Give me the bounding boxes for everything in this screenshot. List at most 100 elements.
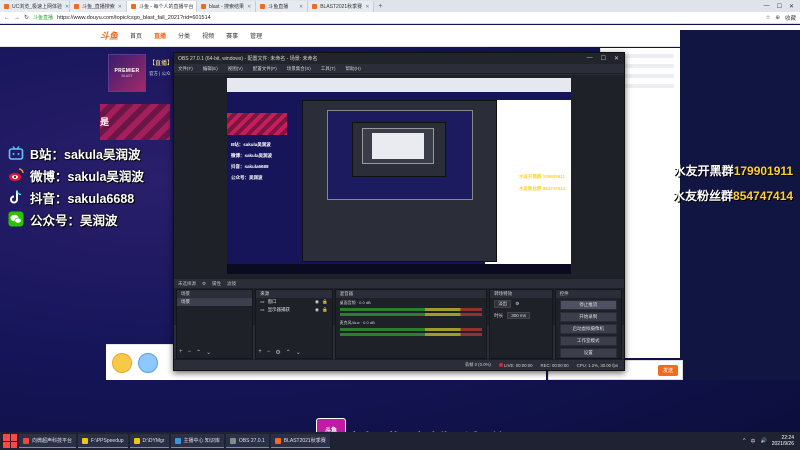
send-button[interactable]: 发送 — [657, 364, 678, 376]
taskbar-item[interactable]: F:\PPSpeedup — [78, 434, 128, 448]
add-icon[interactable]: + — [258, 349, 262, 356]
sources-title: 来源 — [256, 290, 332, 298]
duration-input[interactable]: 300 ms — [507, 312, 530, 319]
browser-tab-5[interactable]: 斗鱼直播 ✕ — [256, 1, 309, 12]
preview-canvas[interactable]: B站：sakula吴润波 微博：sakula吴润波 抖音：sakula6688 … — [227, 78, 571, 274]
menu-tools[interactable]: 工具(T) — [321, 66, 336, 72]
volume-icon[interactable]: 🔊 — [761, 438, 767, 444]
lock-icon[interactable]: 🔒 — [322, 299, 328, 305]
source-item[interactable]: ▭ 显示器捕获 ◉ 🔒 — [256, 306, 331, 314]
transition-select[interactable]: 淡出 — [494, 300, 512, 308]
channel-name: 桌面音频 — [339, 300, 356, 305]
browser-tab-2[interactable]: 斗鱼_直播搜索 ✕ — [70, 1, 127, 12]
studio-mode-button[interactable]: 工作室模式 — [559, 336, 617, 346]
nav-category[interactable]: 分类 — [178, 31, 190, 40]
clock[interactable]: 22:24 2021/9/26 — [772, 435, 794, 447]
new-tab-button[interactable]: + — [374, 3, 386, 10]
url-input[interactable]: https://www.douyu.com/topic/csgo_blast_f… — [57, 15, 211, 21]
lock-icon[interactable]: 🔒 — [322, 307, 328, 313]
scenes-title: 场景 — [177, 290, 253, 298]
close-icon[interactable]: ✕ — [65, 4, 69, 10]
taskbar-item[interactable]: 向微超声科技平台 — [19, 434, 77, 448]
close-icon[interactable]: ✕ — [247, 4, 251, 10]
taskbar-item[interactable]: 主播中心 知识库 — [170, 434, 224, 448]
taskbar-item[interactable]: BLAST2021秋季赛 — [270, 434, 330, 448]
obs-maximize-button[interactable]: ☐ — [601, 55, 606, 62]
filters-button[interactable]: 滤镜 — [227, 281, 236, 287]
settings-button[interactable]: 设置 — [559, 348, 617, 358]
close-window-button[interactable]: ✕ — [789, 3, 794, 10]
room-subtitle: 官方 | 公众 — [149, 71, 171, 76]
menu-edit[interactable]: 编辑(E) — [203, 66, 218, 72]
obs-minimize-button[interactable]: — — [587, 55, 593, 62]
eye-icon[interactable]: ◉ — [315, 299, 319, 305]
douyu-logo[interactable]: 斗鱼 — [100, 29, 118, 42]
browser-tab-3[interactable]: 斗鱼 - 每个人的直播平台✕ — [127, 1, 197, 12]
live-dot-icon — [498, 362, 503, 367]
banner-text: 是 — [100, 117, 110, 127]
menu-view[interactable]: 视图(V) — [228, 66, 243, 72]
minimize-button[interactable]: — — [764, 3, 770, 10]
menu-profile[interactable]: 配置文件(P) — [253, 66, 277, 72]
remove-icon[interactable]: − — [188, 349, 192, 356]
menu-file[interactable]: 文件(F) — [178, 66, 193, 72]
refresh-icon[interactable]: ↻ — [24, 14, 29, 21]
extensions-icon[interactable]: ⊕ — [775, 15, 780, 21]
source-item[interactable]: ▭ 窗口 ◉ 🔒 — [256, 298, 331, 306]
virtual-camera-button[interactable]: 启动虚拟摄像机 — [559, 324, 617, 334]
tab-label: 斗鱼_直播搜索 — [82, 4, 115, 10]
weibo-icon — [8, 167, 24, 183]
nav-events[interactable]: 赛事 — [226, 31, 238, 40]
close-icon[interactable]: ✕ — [365, 4, 369, 10]
social-wechat: 公众号：吴润波 — [8, 211, 144, 228]
gear-icon[interactable]: ⚙ — [515, 301, 519, 307]
streamer-avatar[interactable]: PREMIER BLAST — [108, 54, 146, 92]
browser-tab-6[interactable]: BLAST2021秋季赛 ✕ — [308, 1, 375, 12]
system-tray: ^ 中 🔊 22:24 2021/9/26 — [743, 435, 800, 447]
menu-help[interactable]: 帮助(H) — [346, 66, 361, 72]
start-recording-button[interactable]: 开始录制 — [559, 312, 617, 322]
tab-label: 斗鱼 - 每个人的直播平台 — [139, 4, 194, 10]
tray-expand-icon[interactable]: ^ — [743, 438, 745, 444]
forward-icon[interactable]: → — [14, 15, 20, 21]
eye-icon[interactable]: ◉ — [315, 307, 319, 313]
source-label: 窗口 — [267, 299, 277, 304]
stop-streaming-button[interactable]: 停止推流 — [559, 300, 617, 310]
star-icon[interactable]: ☆ — [765, 15, 770, 21]
nav-manage[interactable]: 管理 — [250, 31, 262, 40]
browser-tab-4[interactable]: blast - 搜索结果 ✕ — [197, 1, 257, 12]
close-icon[interactable]: ✕ — [118, 4, 122, 10]
browser-icon — [174, 437, 181, 444]
browser-tab-1[interactable]: UC浏览_极速上网体验 ✕ — [0, 1, 70, 12]
back-icon[interactable]: ← — [4, 15, 10, 21]
maximize-button[interactable]: ☐ — [777, 3, 782, 10]
start-button[interactable] — [3, 434, 17, 448]
gift-icon[interactable] — [112, 352, 132, 373]
gift-icon[interactable] — [138, 352, 158, 373]
ime-icon[interactable]: 中 — [751, 438, 756, 445]
nav-live[interactable]: 直播 — [154, 31, 166, 40]
chevron-up-icon[interactable]: ⌃ — [286, 349, 291, 356]
volume-slider[interactable] — [339, 333, 483, 336]
nav-home[interactable]: 首页 — [130, 31, 142, 40]
gear-icon[interactable]: ⚙ — [275, 349, 280, 356]
clock-date: 2021/9/26 — [771, 441, 794, 447]
nav-video[interactable]: 视频 — [202, 31, 214, 40]
volume-slider[interactable] — [339, 313, 483, 316]
properties-button[interactable]: 属性 — [212, 281, 221, 287]
menu-scene-collection[interactable]: 场景集合(S) — [287, 66, 311, 72]
favorites-button[interactable]: 收藏 — [785, 14, 796, 22]
taskbar-item[interactable]: D:\DYMgr — [129, 434, 169, 448]
scene-item[interactable]: 场景 — [177, 298, 253, 306]
chevron-up-icon[interactable]: ⌃ — [196, 349, 201, 356]
taskbar-item[interactable]: OBS 27.0.1 — [225, 434, 269, 448]
remove-icon[interactable]: − — [267, 349, 271, 356]
chevron-down-icon[interactable]: ⌄ — [206, 349, 211, 356]
gear-icon[interactable]: ⚙ — [202, 281, 206, 287]
add-icon[interactable]: + — [179, 349, 183, 356]
chevron-down-icon[interactable]: ⌄ — [296, 349, 301, 356]
close-icon[interactable]: ✕ — [299, 4, 303, 10]
avatar-sub: BLAST — [121, 74, 133, 78]
tab-label: blast - 搜索结果 — [209, 4, 245, 10]
obs-close-button[interactable]: ✕ — [614, 55, 619, 62]
